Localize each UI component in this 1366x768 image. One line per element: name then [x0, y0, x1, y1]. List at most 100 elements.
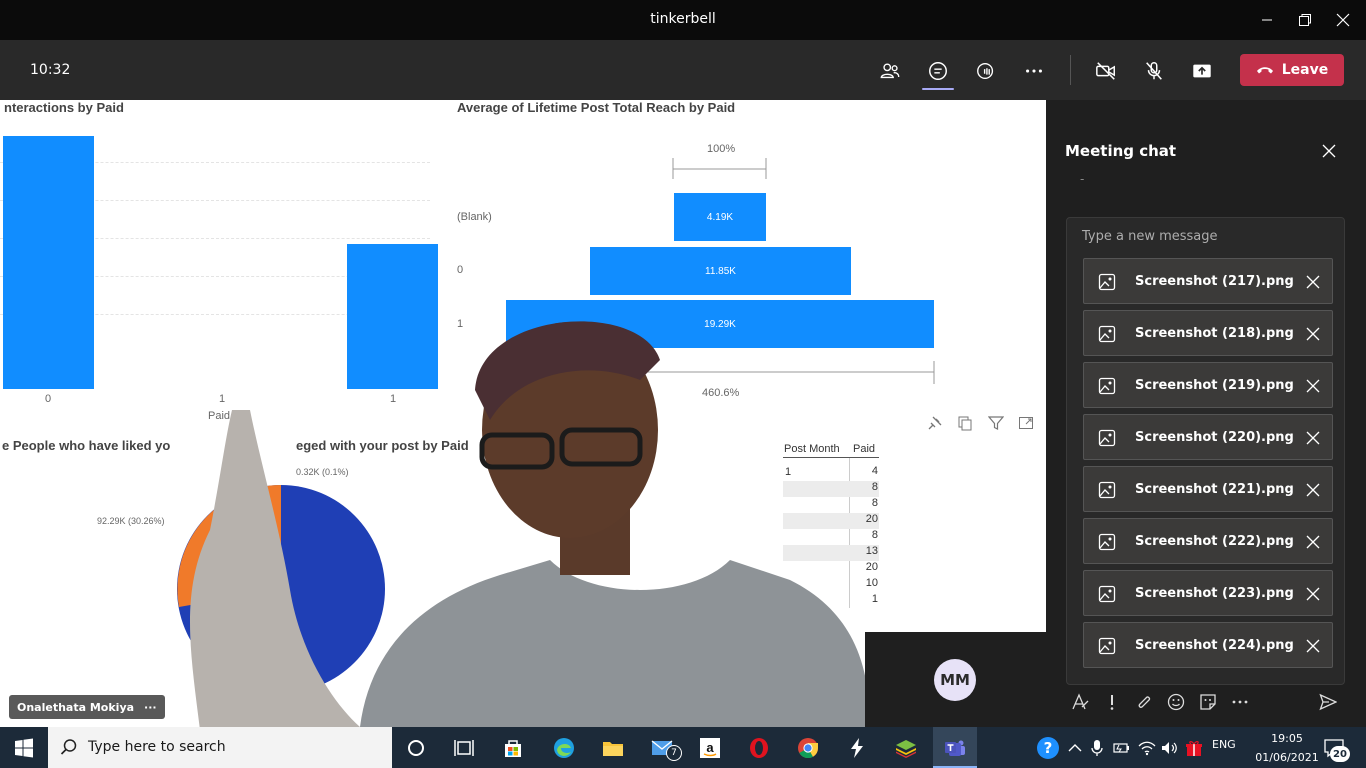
close-chat-button[interactable]	[1318, 140, 1340, 162]
input-language[interactable]: ENG	[1212, 738, 1236, 751]
taskbar-search[interactable]: Type here to search	[48, 727, 392, 768]
format-button[interactable]	[1070, 692, 1090, 712]
taskbar-date[interactable]: 01/06/2021	[1248, 751, 1326, 764]
notification-badge: 20	[1330, 746, 1350, 762]
attachment-item[interactable]: Screenshot (221).png	[1083, 466, 1333, 512]
chrome-icon	[798, 737, 819, 758]
attachment-name: Screenshot (221).png	[1135, 482, 1294, 497]
participants-button[interactable]	[874, 55, 906, 87]
image-file-icon	[1098, 325, 1116, 343]
task-view-icon	[454, 739, 474, 756]
taskbar-bluestacks[interactable]	[882, 727, 930, 768]
reactions-button[interactable]	[970, 55, 1002, 87]
bluestacks-icon	[896, 739, 916, 758]
image-file-icon	[1098, 585, 1116, 603]
window-titlebar: tinkerbell	[0, 0, 1366, 40]
taskbar-amazon[interactable]: a	[686, 727, 734, 768]
taskbar-mail[interactable]: 7	[638, 727, 686, 768]
leave-button[interactable]: Leave	[1240, 54, 1344, 86]
store-icon	[505, 739, 521, 757]
sticker-icon	[1200, 694, 1216, 710]
participant-name-tag[interactable]: Onalethata Mokiya ···	[9, 695, 165, 719]
taskbar-teams[interactable]	[931, 727, 979, 768]
presenter-video	[190, 321, 870, 727]
attachment-item[interactable]: Screenshot (224).png	[1083, 622, 1333, 668]
sticker-button[interactable]	[1198, 692, 1218, 712]
remove-attachment-icon[interactable]	[1304, 273, 1322, 291]
cortana-button[interactable]	[392, 727, 440, 768]
volume-icon[interactable]	[1161, 740, 1179, 756]
battery-icon[interactable]	[1113, 740, 1131, 756]
participant-name: Onalethata Mokiya	[17, 700, 135, 714]
taskbar-time[interactable]: 19:05	[1262, 732, 1312, 745]
remove-attachment-icon[interactable]	[1304, 377, 1322, 395]
more-icon	[1026, 69, 1042, 73]
mail-badge: 7	[666, 745, 682, 761]
attachment-item[interactable]: Screenshot (222).png	[1083, 518, 1333, 564]
attachment-item[interactable]: Screenshot (218).png	[1083, 310, 1333, 356]
start-button[interactable]	[0, 727, 48, 768]
task-view-button[interactable]	[440, 727, 488, 768]
close-window-button[interactable]	[1320, 0, 1366, 40]
taskbar-file-explorer[interactable]	[589, 727, 637, 768]
toolbar-divider	[1070, 55, 1071, 85]
more-actions-button[interactable]	[1018, 55, 1050, 87]
copy-icon[interactable]	[957, 415, 973, 431]
remove-attachment-icon[interactable]	[1304, 637, 1322, 655]
presenter-shirt	[360, 560, 870, 727]
gift-tray-icon[interactable]	[1185, 739, 1203, 757]
remove-attachment-icon[interactable]	[1304, 325, 1322, 343]
close-icon	[1322, 144, 1336, 158]
remove-attachment-icon[interactable]	[1304, 481, 1322, 499]
chat-icon	[929, 62, 947, 80]
image-file-icon	[1098, 533, 1116, 551]
participant-more-icon[interactable]: ···	[144, 701, 157, 714]
emoji-icon	[1167, 693, 1185, 711]
attach-button[interactable]	[1134, 692, 1154, 712]
amazon-icon: a	[700, 737, 720, 758]
chart2-top-label: 100%	[707, 143, 736, 155]
opera-icon	[750, 737, 768, 758]
chat-button[interactable]	[922, 55, 954, 87]
camera-toggle[interactable]	[1090, 55, 1122, 87]
taskbar-edge[interactable]	[540, 727, 588, 768]
taskbar-chrome[interactable]	[784, 727, 832, 768]
taskbar-app-lightning[interactable]	[833, 727, 881, 768]
presenter-raised-hand	[190, 410, 360, 727]
edge-icon	[554, 737, 574, 758]
emoji-button[interactable]	[1166, 692, 1186, 712]
filter-icon[interactable]	[988, 415, 1004, 431]
wifi-icon[interactable]	[1138, 740, 1156, 756]
important-button[interactable]	[1102, 692, 1122, 712]
remove-attachment-icon[interactable]	[1304, 533, 1322, 551]
chevron-up-icon[interactable]	[1068, 742, 1082, 754]
message-input[interactable]: Type a new message	[1082, 229, 1218, 244]
image-file-icon	[1098, 637, 1116, 655]
taskbar-store[interactable]	[489, 727, 537, 768]
window-title: tinkerbell	[650, 11, 716, 27]
help-icon[interactable]: ?	[1037, 737, 1059, 759]
focus-mode-icon[interactable]	[1018, 415, 1034, 431]
attachment-name: Screenshot (218).png	[1135, 326, 1294, 341]
more-compose-options[interactable]	[1230, 692, 1250, 712]
attachment-item[interactable]: Screenshot (217).png	[1083, 258, 1333, 304]
send-button[interactable]	[1318, 692, 1338, 712]
attachment-item[interactable]: Screenshot (219).png	[1083, 362, 1333, 408]
send-icon	[1319, 693, 1337, 711]
hang-up-icon	[1256, 67, 1273, 74]
share-tray-icon	[1193, 64, 1211, 78]
chart1-bar-0	[3, 136, 94, 389]
pin-icon[interactable]	[927, 415, 943, 431]
remove-attachment-icon[interactable]	[1304, 429, 1322, 447]
mic-toggle[interactable]	[1138, 55, 1170, 87]
attachment-item[interactable]: Screenshot (223).png	[1083, 570, 1333, 616]
chart2-title: Average of Lifetime Post Total Reach by …	[457, 100, 736, 115]
microphone-tray-icon[interactable]	[1090, 739, 1104, 757]
folder-icon	[603, 741, 623, 756]
search-icon	[60, 739, 77, 755]
attachment-item[interactable]: Screenshot (220).png	[1083, 414, 1333, 460]
taskbar-opera[interactable]	[735, 727, 783, 768]
share-screen-button[interactable]	[1186, 55, 1218, 87]
remove-attachment-icon[interactable]	[1304, 585, 1322, 603]
cortana-icon	[408, 739, 424, 756]
